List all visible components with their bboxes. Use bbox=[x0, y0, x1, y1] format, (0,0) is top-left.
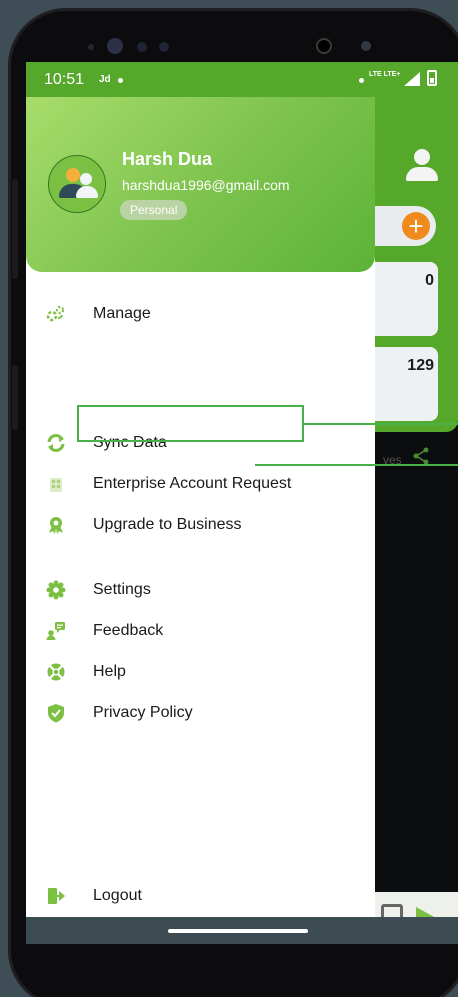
signal-icon bbox=[404, 72, 420, 86]
card-value: 129 bbox=[407, 357, 434, 374]
user-name: Harsh Dua bbox=[122, 149, 213, 169]
menu-item-privacy-policy[interactable]: Privacy Policy bbox=[26, 700, 375, 730]
status-bar: 10:51 Jd LTE LTE+ bbox=[26, 62, 458, 97]
avatar-person-icon bbox=[66, 168, 80, 182]
volume-button bbox=[12, 179, 18, 279]
menu-label: Logout bbox=[93, 887, 142, 904]
network-type-icon: LTE LTE+ bbox=[369, 71, 401, 78]
share-icon[interactable] bbox=[412, 447, 430, 465]
help-lifebuoy-icon bbox=[47, 663, 65, 681]
menu-item-manage[interactable]: Manage bbox=[26, 301, 375, 331]
status-time: 10:51 bbox=[44, 71, 85, 88]
feedback-icon bbox=[46, 622, 65, 640]
sensor-dot bbox=[159, 42, 169, 52]
phone-screen: + 0 ır 129 ves 10:51 Jd LTE LTE+ bbox=[26, 62, 458, 944]
add-icon[interactable]: + bbox=[402, 212, 430, 240]
front-camera bbox=[107, 38, 123, 54]
sensor-dot bbox=[88, 44, 94, 50]
logout-icon bbox=[48, 888, 65, 904]
navigation-drawer: Harsh Dua harshdua1996@gmail.com Persona… bbox=[26, 97, 375, 917]
menu-label: Settings bbox=[93, 581, 151, 598]
shield-check-icon bbox=[48, 704, 64, 723]
annotation-callout-line bbox=[255, 464, 458, 466]
card-value: 0 bbox=[425, 272, 434, 289]
menu-label: Feedback bbox=[93, 622, 164, 639]
drawer-profile-header[interactable]: Harsh Dua harshdua1996@gmail.com Persona… bbox=[26, 97, 375, 272]
menu-label: Enterprise Account Request bbox=[93, 475, 292, 492]
avatar[interactable] bbox=[48, 155, 106, 213]
sync-icon bbox=[47, 434, 65, 452]
notification-dot bbox=[118, 78, 123, 83]
user-email: harshdua1996@gmail.com bbox=[122, 177, 290, 193]
user-icon[interactable] bbox=[414, 149, 430, 165]
manage-icon bbox=[46, 305, 65, 322]
avatar-person-body bbox=[76, 186, 98, 198]
carrier-icon: Jd bbox=[99, 74, 111, 85]
home-gesture-bar[interactable] bbox=[168, 929, 308, 933]
battery-icon bbox=[427, 70, 437, 86]
upgrade-badge-icon bbox=[49, 517, 63, 534]
screenshot-canvas: + 0 ır 129 ves 10:51 Jd LTE LTE+ bbox=[0, 0, 458, 997]
enterprise-building-icon bbox=[50, 478, 62, 492]
menu-item-enterprise-account-request[interactable]: Enterprise Account Request bbox=[26, 471, 375, 501]
gear-icon bbox=[46, 580, 66, 600]
annotation-highlight-box bbox=[77, 405, 304, 442]
menu-label: Privacy Policy bbox=[93, 704, 193, 721]
menu-item-help[interactable]: Help bbox=[26, 659, 375, 689]
sensor-dot bbox=[361, 41, 371, 51]
account-type-badge: Personal bbox=[120, 200, 188, 220]
menu-item-feedback[interactable]: Feedback bbox=[26, 618, 375, 648]
menu-label: Upgrade to Business bbox=[93, 516, 242, 533]
notification-dot bbox=[359, 78, 364, 83]
user-icon-body bbox=[406, 167, 438, 181]
menu-label: Manage bbox=[93, 305, 151, 322]
menu-item-logout[interactable]: Logout bbox=[26, 883, 375, 913]
menu-label: Help bbox=[93, 663, 126, 680]
system-navigation-bar bbox=[26, 917, 458, 944]
power-button bbox=[12, 365, 18, 430]
sensor-dot bbox=[137, 42, 147, 52]
menu-item-settings[interactable]: Settings bbox=[26, 577, 375, 607]
avatar-person-icon bbox=[80, 173, 92, 185]
menu-item-upgrade-to-business[interactable]: Upgrade to Business bbox=[26, 512, 375, 542]
annotation-callout-line bbox=[304, 423, 458, 425]
proximity-sensor bbox=[316, 38, 332, 54]
